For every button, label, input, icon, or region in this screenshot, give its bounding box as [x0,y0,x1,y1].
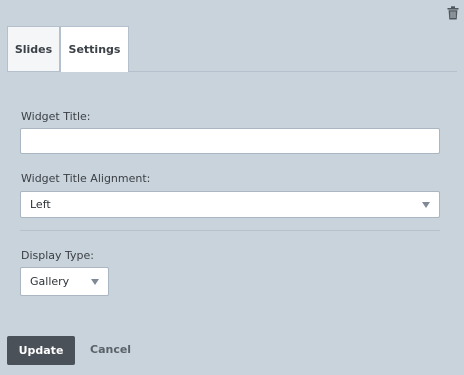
alignment-value: Left [30,198,51,211]
display-type-select[interactable]: Gallery [20,267,109,296]
tab-slides[interactable]: Slides [7,26,60,71]
trash-icon[interactable] [447,6,459,20]
tab-settings[interactable]: Settings [60,26,129,72]
tab-settings-label: Settings [68,43,121,56]
alignment-label: Widget Title Alignment: [21,172,151,185]
widget-title-label: Widget Title: [21,110,91,123]
chevron-down-icon [422,201,430,208]
update-button[interactable]: Update [7,336,75,365]
widget-title-input[interactable] [20,128,440,154]
update-button-label: Update [18,344,64,357]
tab-bar: Slides Settings [7,26,457,72]
divider [20,230,440,231]
display-type-value: Gallery [30,275,70,288]
alignment-select[interactable]: Left [20,191,440,218]
chevron-down-icon [91,278,99,285]
tab-slides-label: Slides [14,42,53,56]
cancel-button[interactable]: Cancel [90,343,131,356]
display-type-label: Display Type: [21,249,95,262]
